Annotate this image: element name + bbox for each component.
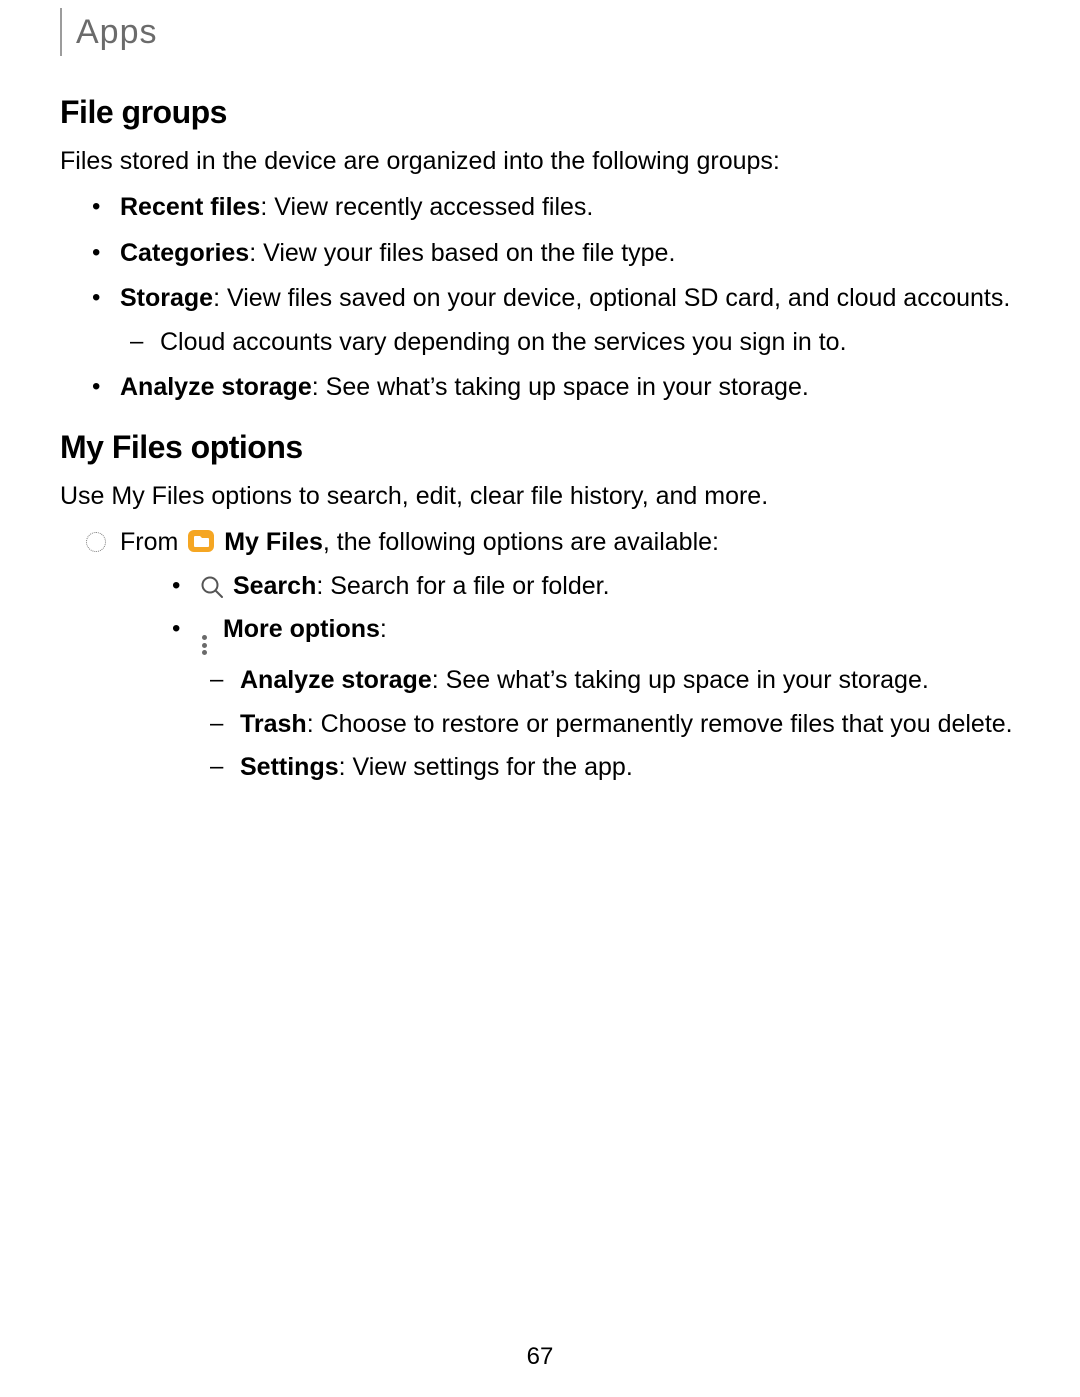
page-number: 67 <box>0 1343 1080 1371</box>
item-label: Categories <box>120 239 249 267</box>
sublist: Cloud accounts vary depending on the ser… <box>120 324 1020 362</box>
item-label: Trash <box>240 710 307 738</box>
options-list: Search: Search for a file or folder. Mor… <box>120 568 1020 787</box>
document-page: Apps File groups Files stored in the dev… <box>0 0 1080 1397</box>
lead-prefix: From <box>120 528 185 556</box>
page-header: Apps <box>60 0 1020 64</box>
item-text: : See what’s taking up space in your sto… <box>312 373 809 401</box>
intro-my-files-options: Use My Files options to search, edit, cl… <box>60 478 1020 514</box>
item-text: : View your files based on the file type… <box>249 239 675 267</box>
heading-my-files-options: My Files options <box>60 429 1020 466</box>
option-text: : <box>380 615 387 643</box>
lead-suffix: , the following options are available: <box>323 528 719 556</box>
list-item: Analyze storage: See what’s taking up sp… <box>60 369 1020 407</box>
item-text: : Choose to restore or permanently remov… <box>307 710 1013 738</box>
option-text: : Search for a file or folder. <box>316 572 609 600</box>
option-item-search: Search: Search for a file or folder. <box>120 568 1020 606</box>
option-item-more: More options: Analyze storage: See what’… <box>120 611 1020 787</box>
sublist-item: Trash: Choose to restore or permanently … <box>200 706 1020 744</box>
app-label: My Files <box>224 528 323 556</box>
item-label: Recent files <box>120 193 260 221</box>
more-options-icon <box>200 634 210 656</box>
item-text: : View files saved on your device, optio… <box>213 284 1010 312</box>
search-icon <box>200 573 224 597</box>
list-item: Recent files: View recently accessed fil… <box>60 189 1020 227</box>
item-text: : View recently accessed files. <box>260 193 593 221</box>
header-section-title: Apps <box>76 13 158 52</box>
sublist-item: Settings: View settings for the app. <box>200 749 1020 787</box>
item-label: Analyze storage <box>120 373 312 401</box>
item-label: Storage <box>120 284 213 312</box>
item-label: Settings <box>240 753 339 781</box>
item-label: Analyze storage <box>240 666 432 694</box>
more-options-sublist: Analyze storage: See what’s taking up sp… <box>200 662 1020 787</box>
option-label: More options <box>223 615 380 643</box>
item-text: : View settings for the app. <box>339 753 633 781</box>
step-from-my-files: From My Files, the following options are… <box>60 524 1020 787</box>
sublist-item: Cloud accounts vary depending on the ser… <box>120 324 1020 362</box>
list-item: Categories: View your files based on the… <box>60 235 1020 273</box>
item-text: : See what’s taking up space in your sto… <box>432 666 929 694</box>
my-files-icon <box>187 527 215 551</box>
intro-file-groups: Files stored in the device are organized… <box>60 143 1020 179</box>
list-file-groups: Recent files: View recently accessed fil… <box>60 189 1020 407</box>
heading-file-groups: File groups <box>60 94 1020 131</box>
list-item: Storage: View files saved on your device… <box>60 280 1020 361</box>
header-divider <box>60 8 62 56</box>
sublist-item: Analyze storage: See what’s taking up sp… <box>200 662 1020 700</box>
option-label: Search <box>233 572 316 600</box>
